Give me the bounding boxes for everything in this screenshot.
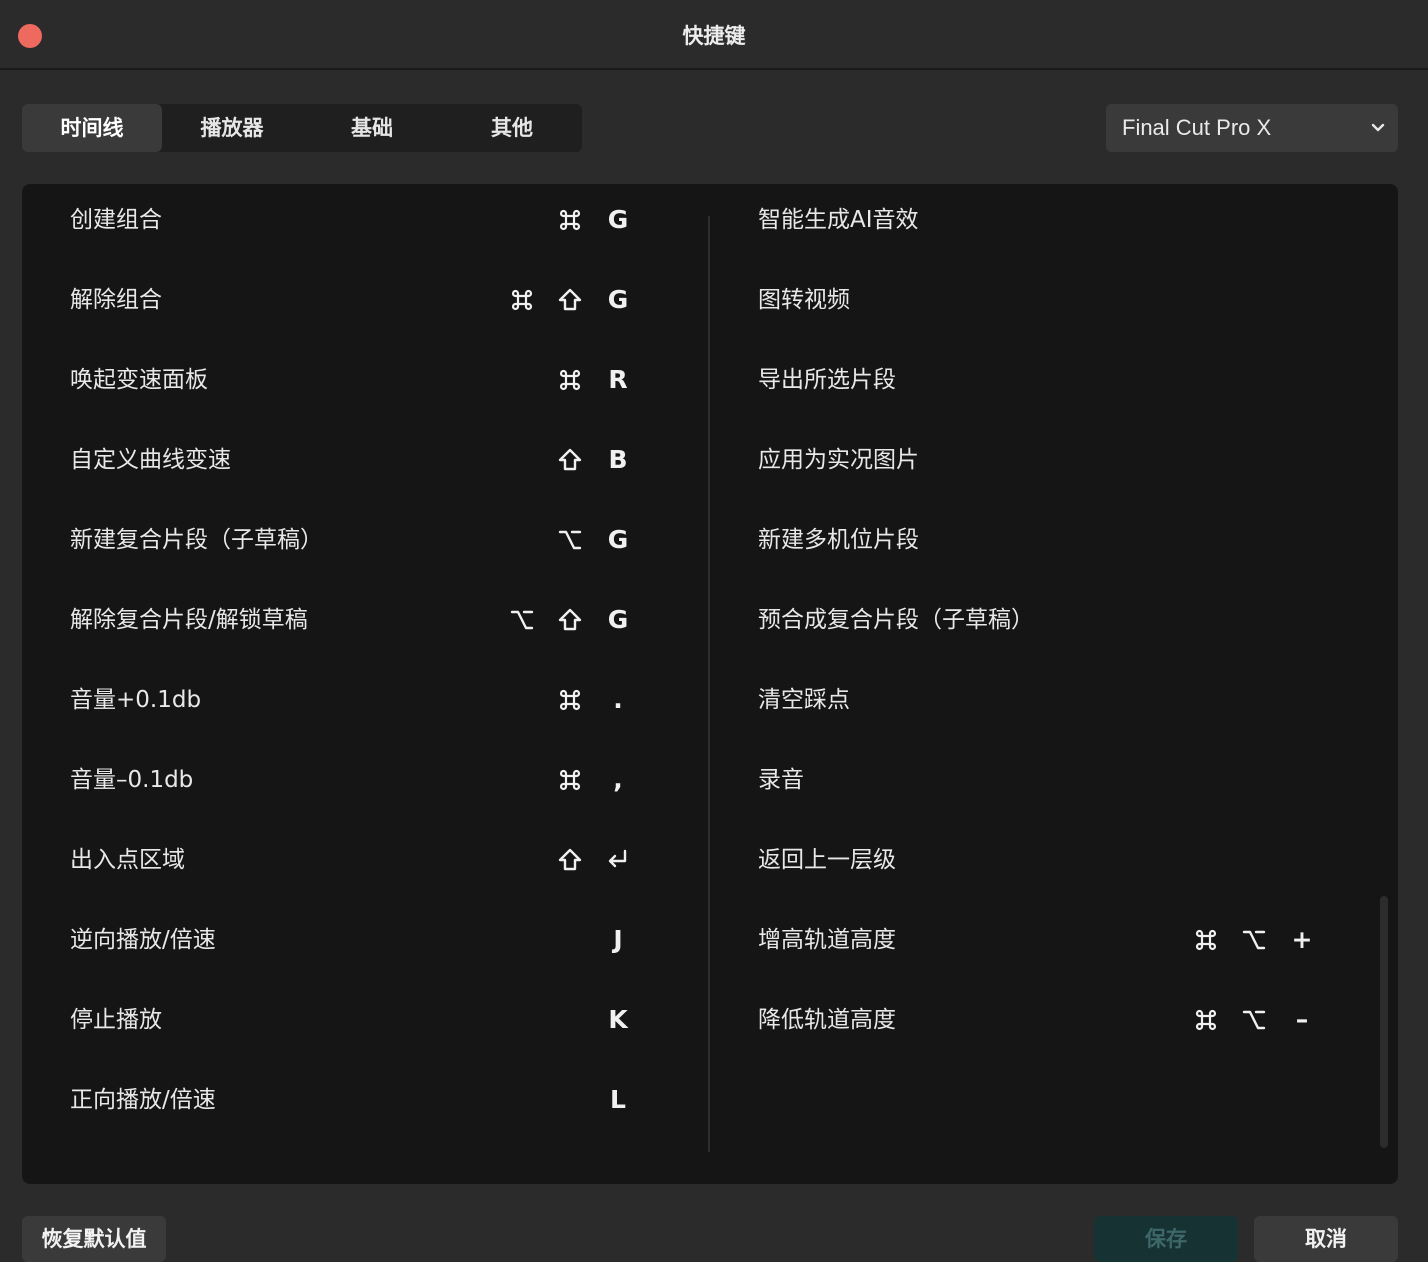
shortcut-row[interactable]: 出入点区域 <box>70 840 638 880</box>
shortcut-label: 解除复合片段/解锁草稿 <box>70 607 308 633</box>
shortcut-label: 正向播放/倍速 <box>70 1087 216 1113</box>
key-char: G <box>607 605 629 634</box>
shift-icon <box>550 440 590 480</box>
shift-icon <box>550 600 590 640</box>
shortcut-row[interactable]: 唤起变速面板 R <box>70 360 638 400</box>
option-icon <box>1234 920 1274 960</box>
cmd-icon <box>550 680 590 720</box>
cmd-icon <box>502 280 542 320</box>
tab-other[interactable]: 其他 <box>442 104 582 152</box>
option-icon <box>502 600 542 640</box>
chevron-down-icon <box>1371 123 1385 132</box>
key-char: K <box>608 1005 628 1034</box>
shortcut-label: 预合成复合片段（子草稿） <box>758 607 1034 633</box>
cmd-icon <box>550 760 590 800</box>
preset-dropdown[interactable]: Final Cut Pro X <box>1106 104 1398 152</box>
shortcut-row[interactable]: 音量+0.1db. <box>70 680 638 720</box>
shortcut-label: 图转视频 <box>758 287 850 313</box>
shortcut-list-panel: 创建组合 G 解除组合 G 唤起变速面板 R 自定义曲线变速 B 新建复合片段（子草稿） G 解除复… <box>22 184 1398 1184</box>
shortcut-label: 清空踩点 <box>758 687 850 713</box>
shortcut-label: 出入点区域 <box>70 847 185 873</box>
shortcut-row[interactable]: 音量–0.1db, <box>70 760 638 800</box>
cmd-icon <box>1186 1000 1226 1040</box>
save-button[interactable]: 保存 <box>1094 1216 1238 1262</box>
shortcut-row[interactable]: 逆向播放/倍速 J <box>70 920 638 960</box>
shortcut-label: 智能生成AI音效 <box>758 207 919 233</box>
shortcut-row[interactable]: 增高轨道高度 + <box>758 920 1322 960</box>
shortcut-row[interactable]: 解除组合 G <box>70 280 638 320</box>
shortcut-row[interactable]: 导出所选片段 <box>758 360 1322 400</box>
cmd-icon <box>1186 920 1226 960</box>
key-char: L <box>610 1085 626 1114</box>
shortcut-label: 应用为实况图片 <box>758 447 919 473</box>
scrollbar[interactable] <box>1380 896 1388 1148</box>
shortcut-row[interactable]: 返回上一层级 <box>758 840 1322 880</box>
shortcut-row[interactable]: 正向播放/倍速 L <box>70 1080 638 1120</box>
key-char: G <box>607 525 629 554</box>
shortcut-label: 音量+0.1db <box>70 687 202 713</box>
key-char: , <box>613 765 623 794</box>
key-char: – <box>1295 1005 1309 1034</box>
shortcut-row[interactable]: 清空踩点 <box>758 680 1322 720</box>
shortcut-row[interactable]: 预合成复合片段（子草稿） <box>758 600 1322 640</box>
shortcut-row[interactable]: 降低轨道高度 – <box>758 1000 1322 1040</box>
category-tabs: 时间线 播放器 基础 其他 <box>22 104 582 152</box>
shortcut-row[interactable]: 图转视频 <box>758 280 1322 320</box>
shortcut-label: 新建多机位片段 <box>758 527 919 553</box>
shortcut-row[interactable]: 应用为实况图片 <box>758 440 1322 480</box>
tab-player[interactable]: 播放器 <box>162 104 302 152</box>
key-char: R <box>608 365 628 394</box>
window-title: 快捷键 <box>682 24 746 48</box>
shortcut-row[interactable]: 录音 <box>758 760 1322 800</box>
cmd-icon <box>550 200 590 240</box>
shortcut-label: 创建组合 <box>70 207 162 233</box>
key-char: B <box>608 445 628 474</box>
key-char: G <box>607 285 629 314</box>
shift-icon <box>550 840 590 880</box>
tab-basic[interactable]: 基础 <box>302 104 442 152</box>
cancel-button[interactable]: 取消 <box>1254 1216 1398 1262</box>
shift-icon <box>550 280 590 320</box>
shortcut-label: 逆向播放/倍速 <box>70 927 216 953</box>
title-bar: 快捷键 <box>0 0 1428 70</box>
key-char: . <box>613 685 623 714</box>
shortcut-row[interactable]: 创建组合 G <box>70 200 638 240</box>
return-icon <box>598 840 638 880</box>
key-char: J <box>613 925 623 954</box>
shortcut-label: 导出所选片段 <box>758 367 896 393</box>
shortcut-label: 解除组合 <box>70 287 162 313</box>
shortcut-label: 唤起变速面板 <box>70 367 208 393</box>
shortcut-row[interactable]: 解除复合片段/解锁草稿 G <box>70 600 638 640</box>
shortcut-label: 自定义曲线变速 <box>70 447 231 473</box>
shortcut-label: 新建复合片段（子草稿） <box>70 527 323 553</box>
cmd-icon <box>550 360 590 400</box>
shortcut-label: 降低轨道高度 <box>758 1007 896 1033</box>
restore-defaults-button[interactable]: 恢复默认值 <box>22 1216 166 1262</box>
option-icon <box>1234 1000 1274 1040</box>
shortcut-label: 增高轨道高度 <box>758 927 896 953</box>
shortcut-row[interactable]: 停止播放 K <box>70 1000 638 1040</box>
column-divider <box>708 216 710 1152</box>
shortcut-label: 停止播放 <box>70 1007 162 1033</box>
preset-value: Final Cut Pro X <box>1122 115 1272 140</box>
shortcut-label: 返回上一层级 <box>758 847 896 873</box>
shortcut-label: 录音 <box>758 767 804 793</box>
shortcut-row[interactable]: 新建复合片段（子草稿） G <box>70 520 638 560</box>
shortcut-row[interactable]: 自定义曲线变速 B <box>70 440 638 480</box>
shortcut-label: 音量–0.1db <box>70 767 194 793</box>
key-char: + <box>1291 925 1313 954</box>
key-char: G <box>607 205 629 234</box>
shortcut-row[interactable]: 新建多机位片段 <box>758 520 1322 560</box>
option-icon <box>550 520 590 560</box>
tab-timeline[interactable]: 时间线 <box>22 104 162 152</box>
shortcut-row[interactable]: 智能生成AI音效 <box>758 200 1322 240</box>
